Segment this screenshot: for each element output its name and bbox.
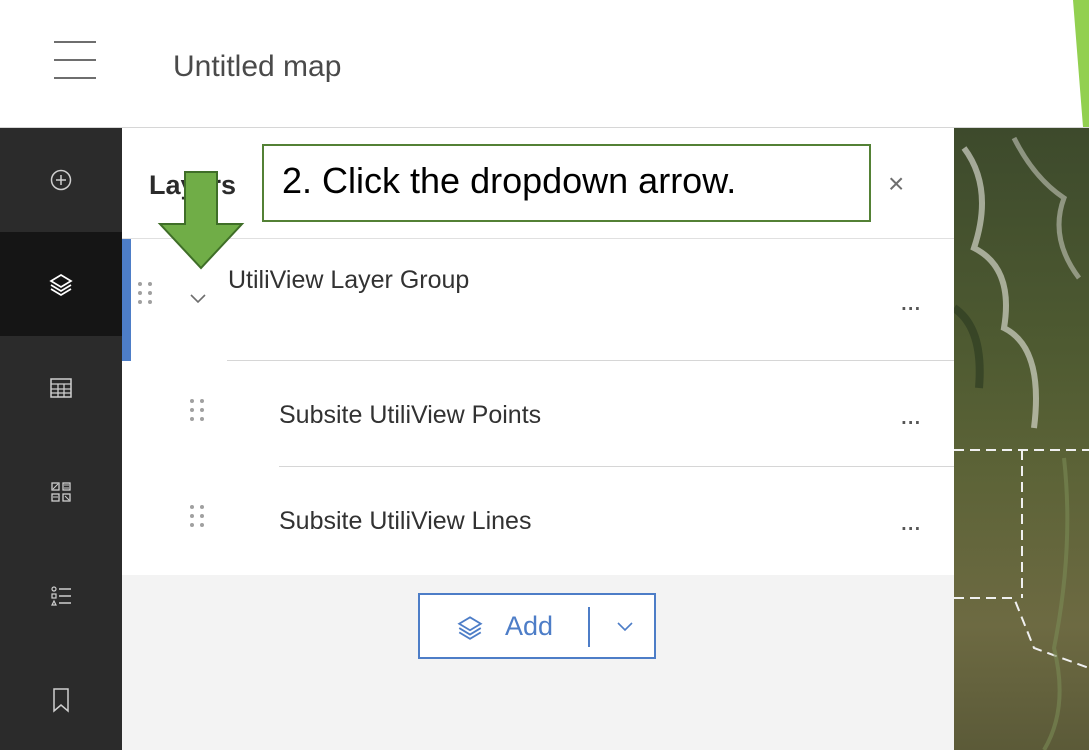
button-separator [588,607,590,647]
annotation-text: 2. Click the dropdown arrow. [282,160,737,201]
more-icon[interactable]: ... [900,505,921,537]
add-button-label: Add [505,611,554,641]
satellite-imagery [954,136,1089,750]
drag-handle-icon[interactable] [190,399,206,429]
layer-name: Subsite UtiliView Lines [279,507,532,535]
group-name: UtiliView Layer Group [228,266,470,294]
add-layer-button[interactable]: Add [418,593,656,659]
annotation-callout: 2. Click the dropdown arrow. [262,144,871,222]
table-icon[interactable] [0,336,122,440]
annotation-arrow-icon [157,171,245,270]
drag-handle-icon[interactable] [138,282,154,312]
legend-icon[interactable] [0,544,122,648]
layers-icon [457,616,483,640]
close-icon[interactable]: × [888,168,904,200]
layer-name: Subsite UtiliView Points [279,401,542,429]
action-bar [0,128,122,750]
layer-group-row[interactable]: UtiliView Layer Group ... [122,239,954,361]
more-icon[interactable]: ... [900,285,921,317]
add-dropdown-button[interactable] [598,595,654,657]
menu-icon[interactable] [54,41,96,81]
layer-row[interactable]: Subsite UtiliView Lines ... [122,467,954,575]
map-view[interactable] [954,128,1089,750]
chevron-down-icon [617,622,633,632]
corner-decoration [1035,0,1089,127]
drag-handle-icon[interactable] [190,505,206,535]
layers-icon[interactable] [0,232,122,336]
add-circle-icon[interactable] [0,128,122,232]
map-title[interactable]: Untitled map [173,50,341,84]
widgets-icon[interactable] [0,440,122,544]
layer-row[interactable]: Subsite UtiliView Points ... [122,361,954,467]
more-icon[interactable]: ... [900,399,921,431]
bookmark-icon[interactable] [0,648,122,752]
chevron-down-icon[interactable] [190,294,206,304]
app-header: Untitled map [0,0,1089,128]
layer-list: UtiliView Layer Group ... Subsite UtiliV… [122,239,954,575]
